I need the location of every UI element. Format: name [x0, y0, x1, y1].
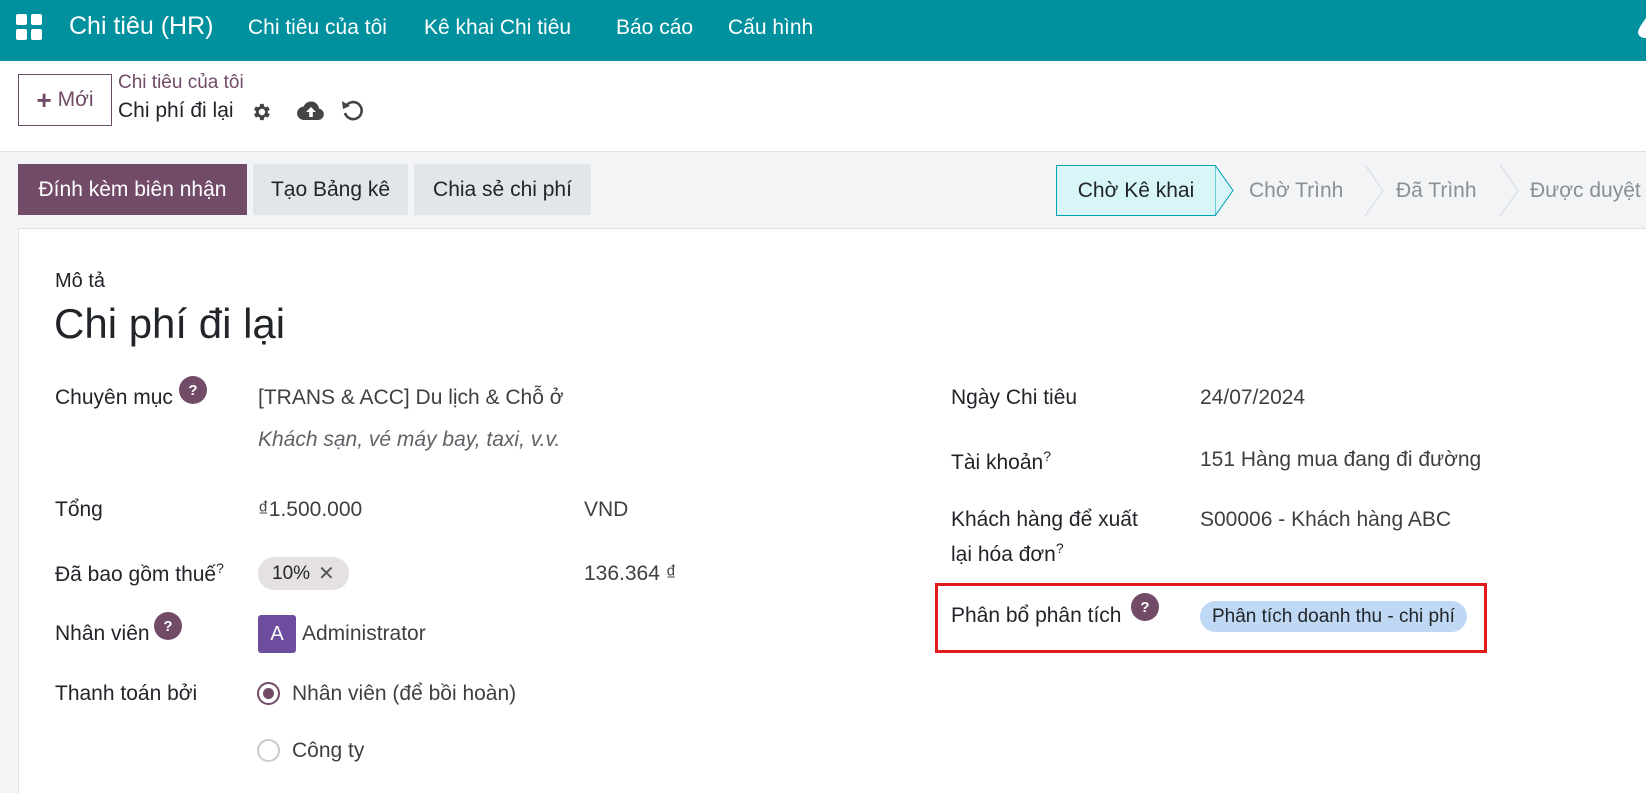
tax-amount: 136.364 ₫ [584, 562, 677, 585]
menu-my-expenses[interactable]: Chi tiêu của tôi [248, 16, 387, 40]
tax-tag-label: 10% [272, 562, 311, 584]
category-label: Chuyên mục [55, 386, 173, 409]
stage-submitted[interactable]: Đã Trình [1396, 165, 1477, 216]
category-field[interactable]: [TRANS & ACC] Du lịch & Chỗ ở [258, 386, 564, 410]
top-navbar: Chi tiêu (HR) Chi tiêu của tôi Kê khai C… [0, 0, 1646, 61]
gear-icon[interactable] [250, 101, 272, 123]
customer-label-line1: Khách hàng để xuất [951, 508, 1138, 531]
currency-field[interactable]: VND [584, 498, 628, 522]
stage-arrow-active-icon [1215, 165, 1234, 216]
help-mark[interactable]: ? [1043, 448, 1051, 464]
close-icon[interactable]: ✕ [318, 561, 335, 586]
help-mark[interactable]: ? [1056, 540, 1064, 556]
employee-field[interactable]: Administrator [302, 622, 426, 646]
breadcrumb-current: Chi phí đi lại [118, 99, 234, 122]
attach-receipt-button[interactable]: Đính kèm biên nhận [18, 164, 247, 215]
radio-company-label[interactable]: Công ty [292, 739, 364, 763]
radio-employee-label[interactable]: Nhân viên (để bồi hoàn) [292, 682, 516, 706]
date-label: Ngày Chi tiêu [951, 386, 1078, 409]
help-icon[interactable]: ? [154, 612, 182, 640]
cloud-upload-icon[interactable] [297, 99, 325, 123]
stage-to-report[interactable]: Chờ Kê khai [1056, 165, 1216, 216]
avatar: A [258, 615, 296, 653]
undo-icon[interactable] [340, 97, 366, 123]
tax-tag[interactable]: 10% ✕ [258, 557, 349, 590]
status-bar: Chờ Kê khai Chờ Trình Đã Trình Được duyệ… [1056, 165, 1646, 216]
app-brand[interactable]: Chi tiêu (HR) [69, 12, 213, 41]
analytic-label: Phân bổ phân tích [951, 604, 1122, 627]
date-field[interactable]: 24/07/2024 [1200, 386, 1305, 410]
help-icon[interactable]: ? [1131, 593, 1159, 621]
stage-to-submit[interactable]: Chờ Trình [1249, 165, 1343, 216]
menu-configuration[interactable]: Cấu hình [728, 16, 813, 40]
stage-approved[interactable]: Được duyệt [1530, 165, 1641, 216]
split-expense-button[interactable]: Chia sẻ chi phí [414, 164, 591, 215]
customer-label-line2: lại hóa đơn? [951, 540, 1064, 566]
menu-expense-reports[interactable]: Kê khai Chi tiêu [424, 16, 571, 40]
total-field[interactable]: ₫1.500.000 [258, 498, 362, 522]
account-field[interactable]: 151 Hàng mua đang đi đường [1200, 448, 1481, 472]
paid-by-label: Thanh toán bởi [55, 682, 198, 705]
apps-grid-icon[interactable] [16, 14, 42, 40]
stage-arrow-icon [1499, 165, 1519, 216]
stage-arrow-icon [1364, 165, 1384, 216]
customer-field[interactable]: S00006 - Khách hàng ABC [1200, 508, 1451, 532]
total-label: Tổng [55, 498, 103, 521]
tax-label: Đã bao gồm thuế? [55, 560, 224, 586]
create-report-button[interactable]: Tạo Bảng kê [253, 164, 408, 215]
new-button[interactable]: + Mới [18, 74, 112, 126]
category-hint: Khách sạn, vé máy bay, taxi, v.v. [258, 428, 561, 451]
radio-employee[interactable] [257, 682, 280, 705]
new-button-label: Mới [57, 88, 94, 111]
help-mark[interactable]: ? [216, 560, 224, 576]
plus-icon: + [36, 85, 52, 115]
analytic-tag[interactable]: Phân tích doanh thu - chi phí [1200, 601, 1467, 632]
help-icon[interactable]: ? [179, 376, 207, 404]
radio-company[interactable] [257, 739, 280, 762]
water-drop-icon[interactable] [1632, 12, 1646, 40]
control-panel: + Mới Chi tiêu của tôi Chi phí đi lại [0, 61, 1646, 152]
menu-reporting[interactable]: Báo cáo [616, 16, 693, 40]
page-title[interactable]: Chi phí đi lại [54, 300, 285, 348]
description-label: Mô tả [55, 270, 106, 292]
breadcrumb-parent[interactable]: Chi tiêu của tôi [118, 72, 244, 94]
employee-label: Nhân viên [55, 622, 150, 645]
account-label: Tài khoản? [951, 448, 1052, 474]
